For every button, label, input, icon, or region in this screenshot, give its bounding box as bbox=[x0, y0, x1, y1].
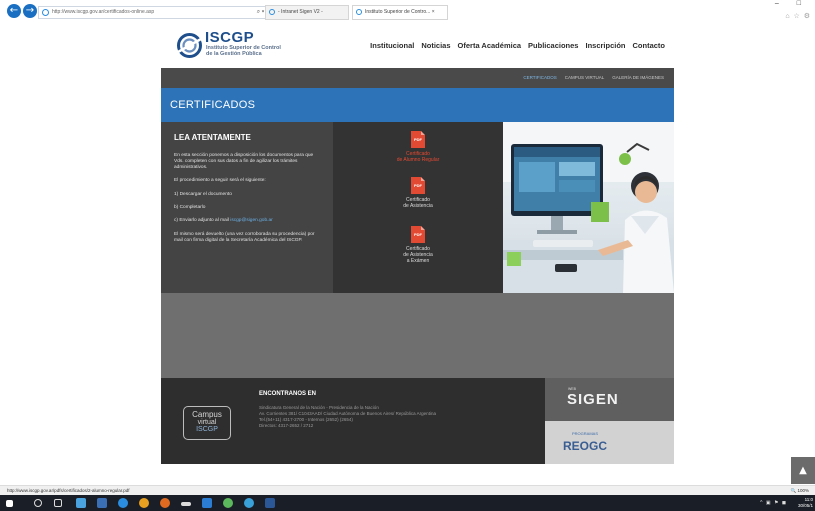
main-nav: Institucional Noticias Oferta Académica … bbox=[370, 41, 665, 50]
window-controls[interactable]: – □ bbox=[775, 0, 809, 7]
footer-line: Directos: 4317-2652 / 2712 bbox=[259, 423, 314, 428]
nav-oferta-academica[interactable]: Oferta Académica bbox=[458, 41, 522, 50]
toolbar-icons[interactable]: ⌂ ☆ ⚙ bbox=[785, 12, 811, 20]
footer: Campus virtual ISCGP ENCONTRANOS EN Sind… bbox=[161, 378, 545, 464]
clock-date: 30/05/1 bbox=[797, 502, 813, 508]
ie-icon bbox=[269, 9, 275, 15]
taskbar: ^ ▣ ⚑ ◼ 11:0 30/05/1 bbox=[0, 495, 815, 511]
doc-alumno-regular[interactable]: PDF Certificado de Alumno Regular bbox=[333, 131, 503, 163]
tab-iscgp[interactable]: Instituto Superior de Contro... × bbox=[352, 5, 448, 20]
instructions-step-intro: El procedimiento a seguir será el siguie… bbox=[174, 178, 266, 183]
nav-contacto[interactable]: Contacto bbox=[633, 41, 666, 50]
clock[interactable]: 11:0 30/05/1 bbox=[798, 497, 813, 508]
logo-subtitle: Instituto Superior de Control de la Gest… bbox=[206, 45, 281, 57]
campus-line: ISCGP bbox=[196, 426, 218, 433]
page-title-bar: CERTIFICADOS bbox=[161, 88, 674, 122]
back-icon[interactable]: ← bbox=[7, 4, 21, 18]
forward-icon[interactable]: → bbox=[23, 4, 37, 18]
instructions-return: El mismo será devuelto (una vez corrobor… bbox=[174, 232, 315, 243]
zoom-level[interactable]: 🔍 100% bbox=[791, 488, 809, 494]
documents-panel: PDF Certificado de Alumno Regular PDF Ce… bbox=[333, 122, 503, 293]
instructions-step-2: b) Completarlo bbox=[174, 205, 206, 210]
windows-start-icon[interactable] bbox=[6, 500, 13, 507]
instructions-step-1: 1) Descargar el documento bbox=[174, 192, 232, 197]
doc-asistencia[interactable]: PDF Certificado de Asistencia bbox=[333, 177, 503, 209]
site-header: ISCGP Instituto Superior de Control de l… bbox=[161, 24, 674, 68]
subnav-certificados[interactable]: CERTIFICADOS bbox=[523, 75, 556, 80]
iscgp-logo-icon[interactable] bbox=[176, 32, 203, 59]
instructions-panel: LEA ATENTAMENTE En esta sección ponemos … bbox=[161, 122, 333, 293]
ie-icon bbox=[42, 9, 49, 16]
office-illustration bbox=[503, 122, 674, 293]
sigen-banner[interactable]: WEB SIGEN bbox=[545, 378, 674, 421]
nav-publicaciones[interactable]: Publicaciones bbox=[528, 41, 578, 50]
tab-close-icon[interactable]: × bbox=[432, 9, 435, 15]
campus-line: virtual bbox=[197, 419, 217, 426]
firefox-icon[interactable] bbox=[160, 498, 170, 508]
tab-label: - Intranet Sigen V2 - bbox=[278, 9, 323, 15]
app-icon[interactable] bbox=[181, 502, 191, 506]
email-link[interactable]: iscgp@sigen.gob.ar bbox=[230, 218, 272, 223]
reogc-small-label: PROGRAMAS bbox=[572, 431, 599, 436]
subnav-galeria[interactable]: GALERÍA DE IMÁGENES bbox=[612, 75, 664, 80]
campus-line: Campus bbox=[192, 410, 222, 419]
sub-nav: CERTIFICADOS CAMPUS VIRTUAL GALERÍA DE I… bbox=[161, 68, 674, 88]
instructions-heading: LEA ATENTAMENTE bbox=[174, 133, 251, 142]
sigen-logo-text: SIGEN bbox=[567, 391, 619, 408]
search-icon[interactable] bbox=[34, 499, 42, 507]
instructions-intro: En esta sección ponemos a disposición lo… bbox=[174, 153, 314, 170]
step-3-text: c) Enviarlo adjunto al mail bbox=[174, 218, 231, 223]
pdf-icon[interactable]: PDF bbox=[411, 131, 425, 148]
tab-label: Instituto Superior de Contro... bbox=[365, 9, 431, 15]
subnav-campus-virtual[interactable]: CAMPUS VIRTUAL bbox=[565, 75, 604, 80]
status-bar: http://www.iscgp.gov.ar/pdfs/certificado… bbox=[0, 485, 815, 495]
ie-icon bbox=[356, 9, 362, 15]
reogc-logo-text: REOGC bbox=[563, 439, 608, 453]
internet-explorer-icon[interactable] bbox=[118, 498, 128, 508]
pdf-icon[interactable]: PDF bbox=[411, 177, 425, 194]
browser-chrome: ← → http://www.iscgp.gov.ar/certificados… bbox=[0, 0, 815, 24]
office-photo bbox=[503, 122, 674, 293]
page-title: CERTIFICADOS bbox=[170, 99, 256, 111]
app-icon[interactable] bbox=[244, 498, 254, 508]
system-tray[interactable]: ^ ▣ ⚑ ◼ bbox=[760, 500, 787, 506]
app-icon[interactable] bbox=[202, 498, 212, 508]
doc-label[interactable]: Certificado de Asistencia bbox=[333, 197, 503, 209]
reogc-banner[interactable]: PROGRAMAS REOGC bbox=[545, 421, 674, 464]
tab-intranet[interactable]: - Intranet Sigen V2 - bbox=[265, 5, 349, 20]
mail-app-icon[interactable] bbox=[76, 498, 86, 508]
pdf-icon[interactable]: PDF bbox=[411, 226, 425, 243]
scroll-to-top-button[interactable]: ▲ bbox=[791, 457, 815, 484]
campus-virtual-logo[interactable]: Campus virtual ISCGP bbox=[183, 406, 231, 440]
footer-contact: Sindicatura General de la Nación - Presi… bbox=[259, 405, 539, 429]
task-view-icon[interactable] bbox=[54, 499, 62, 507]
website: ISCGP Instituto Superior de Control de l… bbox=[161, 24, 674, 464]
nav-institucional[interactable]: Institucional bbox=[370, 41, 414, 50]
app-icon[interactable] bbox=[223, 498, 233, 508]
outlook-icon[interactable] bbox=[97, 498, 107, 508]
word-icon[interactable] bbox=[265, 498, 275, 508]
nav-inscripcion[interactable]: Inscripción bbox=[585, 41, 625, 50]
logo-subtitle-line: de la Gestión Pública bbox=[206, 51, 262, 57]
doc-label[interactable]: Certificado de Alumno Regular bbox=[333, 151, 503, 163]
logo-title[interactable]: ISCGP bbox=[205, 29, 254, 46]
nav-noticias[interactable]: Noticias bbox=[421, 41, 450, 50]
chrome-icon[interactable] bbox=[139, 498, 149, 508]
address-bar[interactable]: http://www.iscgp.gov.ar/certificados-onl… bbox=[38, 6, 275, 19]
doc-label[interactable]: Certificado de Asistencia a Exámen bbox=[333, 246, 503, 264]
instructions-step-3: c) Enviarlo adjunto al mail iscgp@sigen.… bbox=[174, 218, 324, 224]
doc-asistencia-examen[interactable]: PDF Certificado de Asistencia a Exámen bbox=[333, 226, 503, 264]
footer-heading: ENCONTRANOS EN bbox=[259, 391, 317, 397]
status-url: http://www.iscgp.gov.ar/pdfs/certificado… bbox=[7, 488, 130, 493]
address-url: http://www.iscgp.gov.ar/certificados-onl… bbox=[52, 9, 155, 15]
